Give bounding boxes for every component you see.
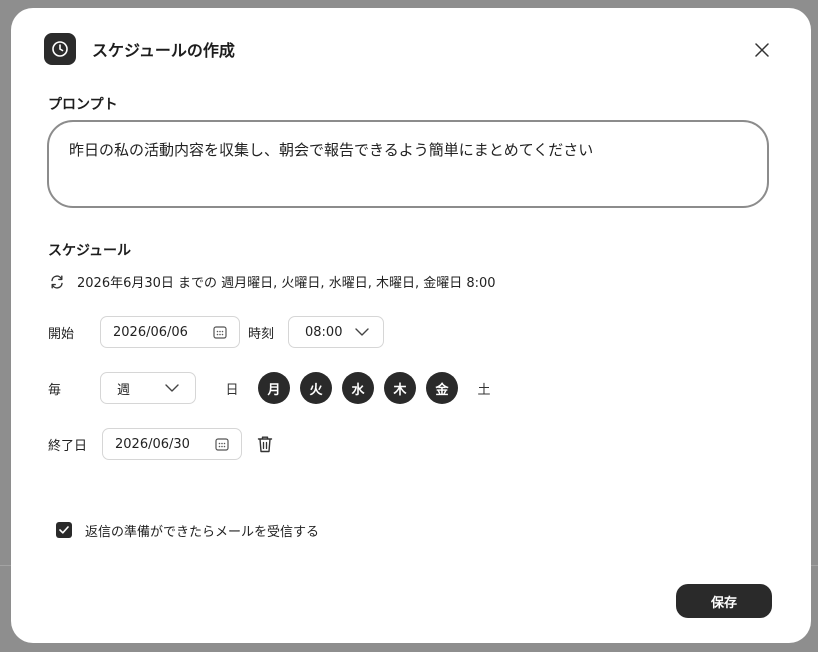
schedule-label: スケジュール: [48, 243, 132, 259]
end-date-value: 2026/06/30: [115, 436, 190, 452]
day-toggle-sat[interactable]: 土: [468, 372, 500, 404]
dialog-title: スケジュールの作成: [92, 41, 235, 60]
start-date-field[interactable]: 2026/06/06: [100, 316, 240, 348]
trash-icon: [257, 436, 273, 453]
close-button[interactable]: [751, 39, 773, 61]
repeat-icon: [51, 274, 63, 289]
chevron-down-icon: [165, 384, 179, 392]
every-label: 毎: [48, 383, 62, 398]
schedule-summary: 2026年6月30日 までの 週月曜日, 火曜日, 水曜日, 木曜日, 金曜日 …: [49, 272, 496, 291]
email-notify-checkbox[interactable]: [56, 522, 72, 538]
clock-icon: [44, 33, 76, 65]
end-date-field[interactable]: 2026/06/30: [102, 428, 242, 460]
day-toggle-sun[interactable]: 日: [216, 372, 248, 404]
day-toggle-wed[interactable]: 水: [342, 372, 374, 404]
email-notify-label[interactable]: 返信の準備ができたらメールを受信する: [85, 521, 319, 540]
start-date-value: 2026/06/06: [113, 324, 188, 340]
end-label: 終了日: [48, 439, 88, 454]
day-toggle-tue[interactable]: 火: [300, 372, 332, 404]
day-toggle-thu[interactable]: 木: [384, 372, 416, 404]
time-select[interactable]: 08:00: [288, 316, 384, 348]
check-icon: [59, 526, 69, 534]
prompt-input[interactable]: 昨日の私の活動内容を収集し、朝会で報告できるよう簡単にまとめてください: [47, 120, 769, 208]
calendar-icon: [215, 438, 229, 451]
schedule-dialog: スケジュールの作成 プロンプト 昨日の私の活動内容を収集し、朝会で報告できるよう…: [11, 8, 811, 643]
prompt-label: プロンプト: [48, 97, 118, 113]
time-value: 08:00: [305, 324, 343, 340]
schedule-summary-text: 2026年6月30日 までの 週月曜日, 火曜日, 水曜日, 木曜日, 金曜日 …: [77, 276, 496, 291]
day-toggle-mon[interactable]: 月: [258, 372, 290, 404]
save-button[interactable]: 保存: [676, 584, 772, 618]
start-label: 開始: [48, 327, 75, 342]
delete-end-date-button[interactable]: [256, 434, 274, 454]
time-label: 時刻: [248, 327, 275, 342]
day-toggle-fri[interactable]: 金: [426, 372, 458, 404]
close-icon: [755, 43, 769, 57]
frequency-select[interactable]: 週: [100, 372, 196, 404]
chevron-down-icon: [355, 328, 369, 336]
frequency-value: 週: [117, 382, 131, 398]
calendar-icon: [213, 326, 227, 339]
